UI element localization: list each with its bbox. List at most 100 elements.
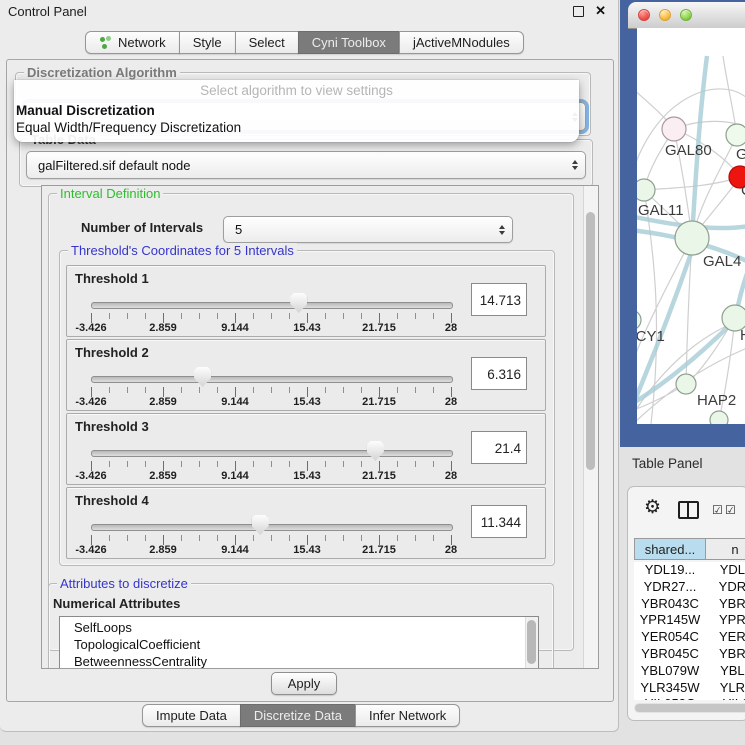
table-cell: YBR0 (706, 596, 745, 613)
group-label: Interval Definition (57, 186, 163, 201)
network-icon (99, 36, 112, 49)
node-label-h: H (740, 327, 745, 344)
group-label: Threshold's Coordinates for 5 Intervals (68, 243, 297, 258)
num-intervals-label: Number of Intervals (81, 220, 203, 235)
threshold-panel: Threshold 1 -3.4262.8599.14415.4321.7152… (66, 265, 546, 337)
threshold-value-field[interactable]: 6.316 (471, 357, 527, 390)
num-intervals-combo[interactable]: 5 (223, 216, 513, 243)
close-traffic-light-icon[interactable] (638, 9, 650, 21)
settings-scroll-area: Interval Definition Number of Intervals … (41, 185, 599, 669)
tick-label: 9.144 (221, 544, 249, 556)
dropdown-option-manual-discretization[interactable]: Manual Discretization (16, 102, 577, 119)
tab-select[interactable]: Select (235, 31, 299, 54)
tick-label: 28 (445, 470, 457, 482)
attribute-item-topologicalcoefficient[interactable]: TopologicalCoefficient (74, 636, 538, 653)
table-row[interactable]: YDL19...YDL1 (634, 562, 745, 579)
control-panel-window: Control Panel ✕ NetworkStyleSelectCyni T… (0, 0, 619, 732)
tab-label: Discretize Data (254, 708, 342, 723)
group-label: Attributes to discretize (57, 576, 191, 591)
gear-icon[interactable]: ⚙ (644, 496, 661, 519)
node-gal11[interactable] (637, 179, 655, 201)
cyni-bottom-tabs: Impute Data Discretize Data Infer Network (142, 704, 460, 727)
close-icon[interactable]: ✕ (595, 3, 606, 19)
tick-label: 28 (445, 396, 457, 408)
tab-impute-data[interactable]: Impute Data (142, 704, 241, 727)
node-gcy1[interactable] (637, 310, 641, 330)
apply-button[interactable]: Apply (271, 672, 337, 695)
threshold-slider-track[interactable] (91, 376, 453, 383)
table-row[interactable]: YPR145WYPR1 (634, 612, 745, 629)
threshold-slider-thumb[interactable] (252, 515, 269, 535)
table-row[interactable]: YDR27...YDR2 (634, 579, 745, 596)
node-bottom[interactable] (710, 411, 728, 424)
tab-network[interactable]: Network (85, 31, 180, 54)
tab-discretize-data[interactable]: Discretize Data (240, 704, 356, 727)
threshold-rows: Threshold 1 -3.4262.8599.14415.4321.7152… (66, 265, 546, 561)
split-columns-icon[interactable] (678, 501, 699, 519)
table-panel: ⚙ ☑ ☑ shared... n YDL19...YDL1YDR27...YD… (627, 486, 745, 721)
tab-cyni-toolbox[interactable]: Cyni Toolbox (298, 31, 400, 54)
tick-label: 9.144 (221, 396, 249, 408)
table-row[interactable]: YIL052CYIL0 (634, 696, 745, 700)
combo-value: 5 (235, 217, 242, 242)
tab-label: Impute Data (156, 708, 227, 723)
table-data-combo[interactable]: galFiltered.sif default node (26, 151, 586, 179)
tick-label: 15.43 (293, 470, 321, 482)
threshold-slider-track[interactable] (91, 450, 453, 457)
threshold-slider-thumb[interactable] (367, 441, 384, 461)
tick-label: 21.715 (362, 470, 396, 482)
tab-infer-network[interactable]: Infer Network (355, 704, 460, 727)
threshold-slider-track[interactable] (91, 302, 453, 309)
node-label-c: C (741, 182, 745, 199)
node-top-right[interactable] (726, 124, 745, 146)
threshold-slider-thumb[interactable] (194, 367, 211, 387)
column-header-name[interactable]: n (705, 538, 745, 560)
dropdown-option-equal-width-frequency-discretization[interactable]: Equal Width/Frequency Discretization (16, 119, 577, 136)
tab-style[interactable]: Style (179, 31, 236, 54)
checkbox-icon[interactable]: ☑ (725, 503, 736, 517)
algorithm-dropdown-popup: Select algorithm to view settings Manual… (14, 80, 579, 142)
attribute-item-betweennesscentrality[interactable]: BetweennessCentrality (74, 653, 538, 669)
table-row[interactable]: YBL079WYBL0 (634, 663, 745, 680)
float-window-icon[interactable] (573, 6, 584, 17)
threshold-label: Threshold 1 (75, 271, 149, 286)
column-header-shared[interactable]: shared... (634, 538, 706, 560)
threshold-label: Threshold 2 (75, 345, 149, 360)
table-cell: YDR2 (706, 579, 745, 596)
table-row[interactable]: YLR345WYLR3 (634, 680, 745, 697)
threshold-value-field[interactable]: 14.713 (471, 283, 527, 316)
tick-label: -3.426 (75, 470, 106, 482)
minimize-traffic-light-icon[interactable] (659, 9, 671, 21)
node-gal4[interactable] (675, 221, 709, 255)
tick-label: 28 (445, 322, 457, 334)
threshold-slider-thumb[interactable] (290, 293, 307, 313)
network-canvas[interactable]: GAL80 GA C GAL11 GAL4 GCY1 H HAP2 (637, 28, 745, 424)
tab-label: Cyni Toolbox (312, 35, 386, 50)
threshold-panel: Threshold 3 -3.4262.8599.14415.4321.7152… (66, 413, 546, 485)
table-row[interactable]: YBR043CYBR0 (634, 596, 745, 613)
dropdown-options: Manual DiscretizationEqual Width/Frequen… (16, 102, 577, 136)
node-hap2[interactable] (676, 374, 696, 394)
threshold-slider-track[interactable] (91, 524, 453, 531)
zoom-traffic-light-icon[interactable] (680, 9, 692, 21)
table-row[interactable]: YBR045CYBR0 (634, 646, 745, 663)
table-cell: YBL079W (634, 663, 706, 680)
checkbox-icon[interactable]: ☑ (712, 503, 723, 517)
table-row[interactable]: YER054CYER0 (634, 629, 745, 646)
cyni-toolbox-panel: Discretization Algorithm Select algorith… (6, 59, 614, 702)
threshold-value-field[interactable]: 21.4 (471, 431, 527, 464)
list-scrollbar[interactable] (525, 617, 538, 669)
slider-tick-labels: -3.4262.8599.14415.4321.71528 (67, 322, 545, 335)
numerical-attributes-list[interactable]: SelfLoopsTopologicalCoefficientBetweenne… (59, 616, 539, 669)
tick-label: 21.715 (362, 544, 396, 556)
attribute-item-selfloops[interactable]: SelfLoops (74, 619, 538, 636)
combo-arrows-icon (572, 157, 578, 173)
threshold-value-field[interactable]: 11.344 (471, 505, 527, 538)
node-gal80[interactable] (662, 117, 686, 141)
tick-label: 2.859 (149, 470, 177, 482)
settings-scrollbar[interactable] (583, 186, 598, 668)
table-data-group: Table Data galFiltered.sif default node (19, 139, 593, 187)
tick-label: 15.43 (293, 322, 321, 334)
table-horizontal-scrollbar[interactable] (634, 703, 745, 713)
tab-jactivemnodules[interactable]: jActiveMNodules (399, 31, 524, 54)
